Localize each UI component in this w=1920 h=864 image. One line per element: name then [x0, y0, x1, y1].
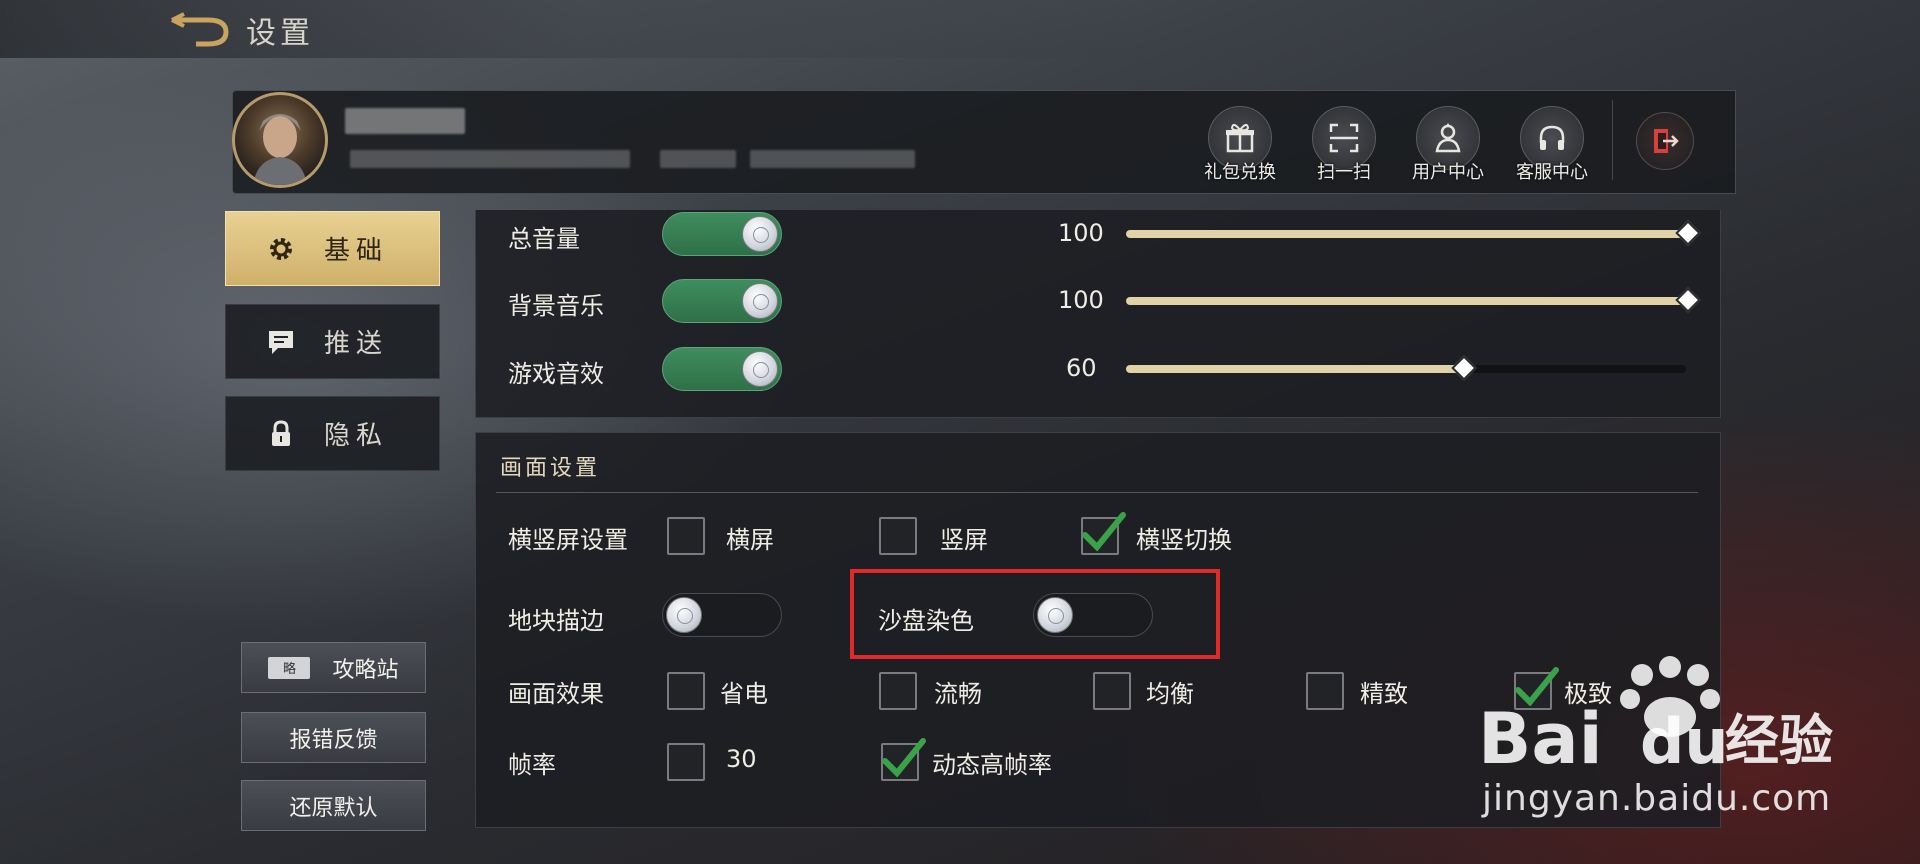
reset-default-button[interactable]: 还原默认	[241, 780, 426, 831]
guide-site-button[interactable]: 略 攻略站	[241, 642, 426, 693]
user-info-redacted	[350, 150, 630, 168]
quality-balanced-checkbox[interactable]	[1093, 672, 1131, 710]
checkmark-icon	[1082, 512, 1126, 552]
master-volume-label: 总音量	[508, 225, 580, 253]
server-info-redacted	[750, 150, 915, 168]
sfx-volume-toggle[interactable]	[662, 347, 782, 391]
framerate-30-label: 30	[726, 745, 757, 773]
feedback-button[interactable]: 报错反馈	[241, 712, 426, 763]
tab-privacy[interactable]: 隐私	[225, 396, 440, 471]
user-center-icon	[1435, 123, 1461, 153]
dynamic-framerate-checkbox[interactable]	[881, 738, 926, 781]
checkmark-icon	[882, 738, 926, 778]
tab-push-label: 推送	[324, 329, 389, 359]
tab-basic-label: 基础	[324, 236, 389, 266]
watermark-brand-du: du	[1640, 705, 1729, 778]
scan-button[interactable]: 扫一扫	[1294, 106, 1394, 184]
gift-redeem-button[interactable]: 礼包兑换	[1190, 106, 1290, 184]
reset-label: 还原默认	[289, 795, 378, 821]
highlight-annotation	[850, 569, 1220, 659]
music-volume-slider[interactable]	[1126, 287, 1701, 313]
quality-fine-label: 精致	[1360, 680, 1408, 708]
back-arrow-icon[interactable]	[168, 12, 230, 48]
tile-outline-label: 地块描边	[508, 607, 604, 635]
user-id-redacted	[660, 150, 736, 168]
divider	[496, 492, 1698, 493]
watermark-url: jingyan.baidu.com	[1482, 778, 1832, 819]
divider	[1612, 100, 1613, 180]
guide-label: 攻略站	[332, 657, 399, 683]
master-volume-slider[interactable]	[1126, 220, 1701, 246]
gift-redeem-label: 礼包兑换	[1204, 162, 1276, 183]
orientation-label: 横竖屏设置	[508, 526, 628, 554]
sfx-volume-label: 游戏音效	[508, 360, 604, 388]
music-volume-value: 100	[1058, 286, 1104, 314]
scan-label: 扫一扫	[1317, 162, 1371, 183]
dynamic-framerate-label: 动态高帧率	[932, 751, 1052, 779]
framerate-label: 帧率	[508, 751, 556, 779]
avatar-portrait-icon	[253, 114, 307, 185]
auto-rotate-label: 横竖切换	[1136, 526, 1232, 554]
quality-balanced-label: 均衡	[1146, 680, 1194, 708]
tile-outline-toggle[interactable]	[662, 593, 782, 637]
lock-icon	[272, 419, 290, 446]
logout-button[interactable]	[1636, 112, 1694, 170]
avatar[interactable]	[232, 92, 328, 188]
music-volume-toggle[interactable]	[662, 279, 782, 323]
quality-power-save-checkbox[interactable]	[667, 672, 705, 710]
tab-basic[interactable]: 基础	[225, 211, 440, 286]
sfx-volume-slider[interactable]	[1126, 355, 1686, 381]
quality-fine-checkbox[interactable]	[1306, 672, 1344, 710]
tab-privacy-label: 隐私	[324, 421, 389, 451]
master-volume-value: 100	[1058, 219, 1104, 247]
master-volume-toggle[interactable]	[662, 212, 782, 256]
watermark-brand: Bai	[1478, 698, 1603, 780]
headset-icon	[1539, 125, 1565, 150]
tab-push[interactable]: 推送	[225, 304, 440, 379]
watermark-suffix: 经验	[1725, 709, 1833, 772]
guide-tag-icon: 略	[268, 656, 311, 679]
logout-icon	[1654, 129, 1679, 153]
section-title: 画面设置	[500, 456, 601, 481]
sfx-volume-value: 60	[1066, 354, 1097, 382]
page-title: 设置	[246, 16, 314, 51]
message-icon	[269, 330, 293, 354]
portrait-label: 竖屏	[940, 526, 988, 554]
landscape-label: 横屏	[726, 526, 774, 554]
quality-label: 画面效果	[508, 680, 604, 708]
landscape-checkbox[interactable]	[667, 517, 705, 555]
music-volume-label: 背景音乐	[508, 292, 604, 320]
feedback-label: 报错反馈	[289, 727, 378, 753]
scan-icon	[1329, 123, 1359, 153]
auto-rotate-checkbox[interactable]	[1081, 512, 1126, 555]
quality-smooth-label: 流畅	[934, 680, 982, 708]
customer-service-button[interactable]: 客服中心	[1502, 106, 1602, 184]
user-center-button[interactable]: 用户中心	[1398, 106, 1498, 184]
quality-power-save-label: 省电	[720, 680, 768, 708]
gift-icon	[1226, 124, 1254, 153]
portrait-checkbox[interactable]	[879, 517, 917, 555]
quality-smooth-checkbox[interactable]	[879, 672, 917, 710]
customer-service-label: 客服中心	[1516, 162, 1588, 183]
user-center-label: 用户中心	[1412, 162, 1484, 183]
framerate-30-checkbox[interactable]	[667, 743, 705, 781]
username-redacted	[345, 108, 465, 134]
gear-icon	[270, 237, 292, 260]
